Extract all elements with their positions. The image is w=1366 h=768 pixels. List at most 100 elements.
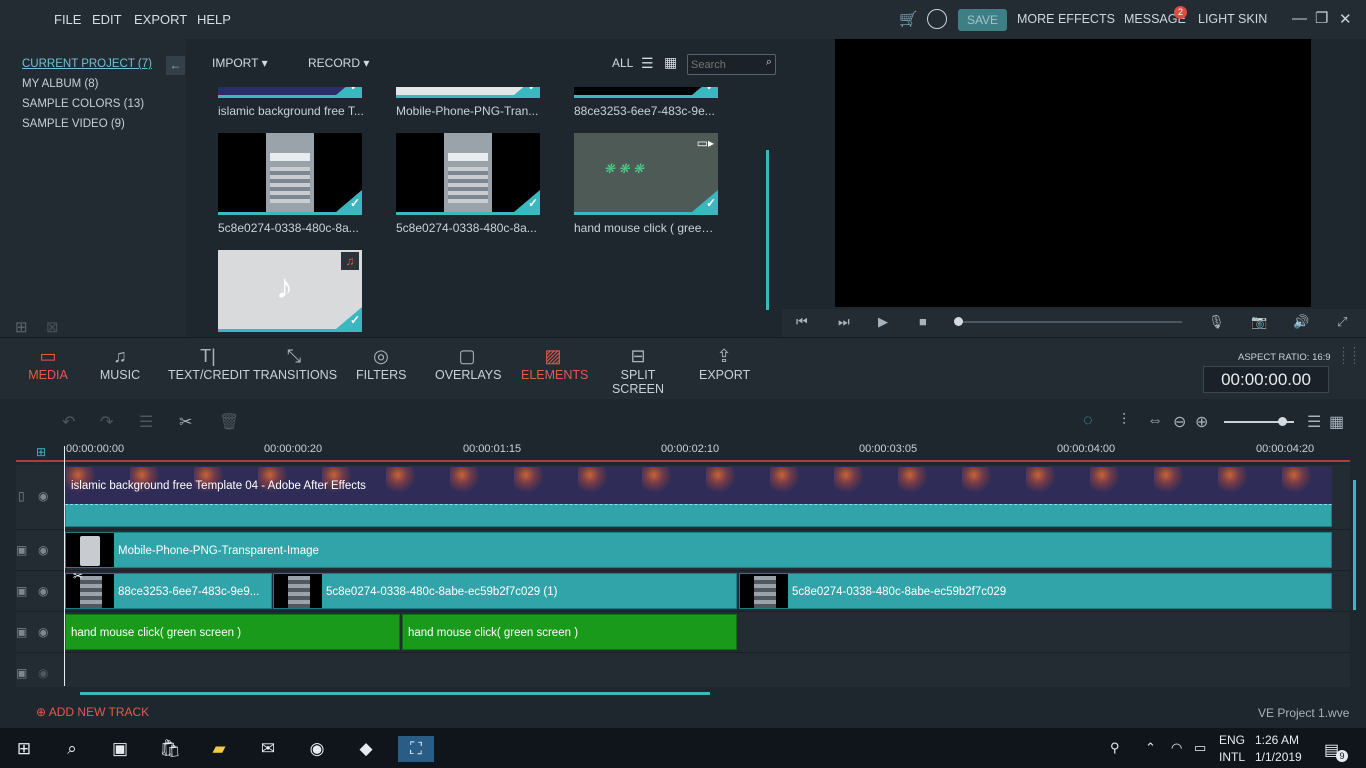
mail-icon[interactable]: ✉	[250, 736, 286, 762]
redo-icon[interactable]: ↷	[100, 412, 113, 432]
timeline-clip-background-audio[interactable]	[65, 504, 1332, 527]
keyboard-layout[interactable]: INTL	[1219, 750, 1245, 764]
media-thumb-88ce[interactable]	[574, 87, 718, 98]
eye-icon[interactable]: ◉	[38, 666, 48, 680]
new-folder-icon[interactable]: ⊞	[15, 318, 28, 336]
grid-view-icon[interactable]: ▦	[664, 54, 677, 71]
render-icon[interactable]: ◌	[1083, 412, 1093, 430]
timeline-clip-5c8e-2[interactable]: 5c8e0274-0338-480c-8abe-ec59b2f7c029	[739, 573, 1332, 609]
menu-help[interactable]: HELP	[197, 12, 231, 27]
media-thumb-audio[interactable]: ♪ ♫	[218, 250, 362, 332]
media-thumb-hand-mouse[interactable]: ❋ ❋ ❋ ▭▸	[574, 133, 718, 215]
save-button[interactable]: SAVE	[958, 9, 1007, 31]
zoom-handle[interactable]	[1278, 417, 1287, 426]
zoom-in-icon[interactable]: ⊕	[1195, 412, 1208, 432]
close-icon[interactable]: ✕	[1339, 10, 1352, 28]
timeline-hscrollbar[interactable]	[80, 692, 710, 695]
filmora-taskbar-icon[interactable]: ◆	[348, 736, 384, 762]
media-thumb-phone[interactable]	[396, 87, 540, 98]
chrome-icon[interactable]: ◉	[299, 736, 335, 762]
track-grid-icon[interactable]: ▦	[1329, 412, 1344, 432]
wifi-icon[interactable]: ◠	[1171, 740, 1182, 756]
filter-all[interactable]: ALL	[612, 56, 633, 70]
menu-file[interactable]: FILE	[54, 12, 81, 27]
media-thumb-5c8e-1[interactable]	[218, 133, 362, 215]
people-icon[interactable]: ⚲	[1110, 740, 1120, 756]
tab-text-credit[interactable]: T| TEXT/CREDIT	[168, 344, 250, 382]
tab-elements[interactable]: ▨ ELEMENTS	[521, 344, 588, 382]
search-icon[interactable]: ⌕	[766, 56, 772, 69]
tray-chevron-icon[interactable]: ⌃	[1145, 740, 1156, 756]
seek-handle[interactable]	[954, 317, 963, 326]
timeline-clip-hand-1[interactable]: hand mouse click( green screen )	[65, 614, 400, 650]
fullscreen-icon[interactable]: ⤢	[1337, 314, 1347, 330]
tab-export[interactable]: ⇪ EXPORT	[699, 344, 750, 382]
import-dropdown[interactable]: IMPORT ▾	[212, 56, 268, 70]
timeline-clip-background[interactable]: islamic background free Template 04 - Ad…	[65, 466, 1332, 504]
timeline-clip-hand-2[interactable]: hand mouse click( green screen )	[402, 614, 737, 650]
eye-icon[interactable]: ◉	[38, 584, 48, 598]
media-thumb-islamic[interactable]	[218, 87, 362, 98]
clock-date[interactable]: 1/1/2019	[1255, 750, 1302, 764]
search-icon[interactable]: ⌕	[54, 736, 90, 762]
store-icon[interactable]: 🛍	[152, 736, 188, 762]
eye-icon[interactable]: ◉	[38, 489, 48, 503]
media-scrollbar[interactable]	[766, 150, 769, 310]
tab-split-screen[interactable]: ⊟ SPLIT SCREEN	[598, 344, 678, 396]
tab-overlays[interactable]: ▢ OVERLAYS	[435, 344, 501, 382]
sidebar-item-my-album[interactable]: MY ALBUM (8)	[22, 78, 98, 90]
zoom-out-icon[interactable]: ⊖	[1173, 412, 1186, 432]
delete-folder-icon[interactable]: ⊠	[46, 318, 59, 336]
screen-capture-icon[interactable]: ⛶	[398, 736, 434, 762]
undo-icon[interactable]: ↶	[62, 412, 75, 432]
snapshot-icon[interactable]: 📷	[1251, 314, 1267, 330]
language-indicator[interactable]: ENG	[1219, 733, 1245, 747]
timeline-clip-88ce[interactable]: 88ce3253-6ee7-483c-9e9...	[65, 573, 272, 609]
clock-time[interactable]: 1:26 AM	[1255, 733, 1299, 747]
battery-icon[interactable]: ▭	[1194, 740, 1206, 756]
menu-edit[interactable]: EDIT	[92, 12, 122, 27]
play-icon[interactable]: ▶	[878, 314, 888, 330]
microphone-icon[interactable]: 🎙	[1208, 314, 1225, 330]
tab-media[interactable]: ▭ MEDIA	[28, 344, 68, 382]
media-thumb-5c8e-2[interactable]	[396, 133, 540, 215]
add-new-track-button[interactable]: ⊕ ADD NEW TRACK	[36, 705, 149, 719]
sidebar-item-sample-video[interactable]: SAMPLE VIDEO (9)	[22, 118, 125, 130]
search-input[interactable]	[691, 57, 759, 72]
next-frame-icon[interactable]: ⏭	[838, 314, 850, 330]
account-icon[interactable]	[927, 9, 947, 29]
track-list-icon[interactable]: ☰	[1307, 412, 1321, 432]
light-skin-button[interactable]: LIGHT SKIN	[1198, 12, 1267, 26]
timeline-clip-5c8e-1[interactable]: 5c8e0274-0338-480c-8abe-ec59b2f7c029 (1)	[273, 573, 737, 609]
snap-icon[interactable]: ⊞	[36, 445, 46, 459]
windows-start-icon[interactable]: ⊞	[6, 736, 42, 762]
eye-icon[interactable]: ◉	[38, 625, 48, 639]
list-view-icon[interactable]: ☰	[641, 55, 654, 72]
adjust-icon[interactable]: ☰	[139, 412, 153, 432]
cut-icon[interactable]: ✂	[179, 412, 192, 432]
menu-export[interactable]: EXPORT	[134, 12, 187, 27]
more-effects-button[interactable]: MORE EFFECTS	[1017, 12, 1115, 26]
minimize-icon[interactable]: —	[1292, 10, 1307, 27]
sidebar-item-sample-colors[interactable]: SAMPLE COLORS (13)	[22, 98, 144, 110]
volume-icon[interactable]: 🔊	[1293, 314, 1309, 330]
task-view-icon[interactable]: ▣	[102, 736, 138, 762]
maximize-icon[interactable]: ❐	[1315, 9, 1328, 27]
collapse-sidebar-button[interactable]: ←	[166, 56, 185, 75]
tab-transitions[interactable]: ⤡ TRANSITIONS	[253, 344, 337, 382]
tab-music[interactable]: ♫ MUSIC	[98, 344, 142, 382]
eye-icon[interactable]: ◉	[38, 543, 48, 557]
fit-timeline-icon[interactable]: ⇔	[1147, 412, 1163, 430]
sidebar-item-current-project[interactable]: CURRENT PROJECT (7)	[22, 58, 152, 70]
stop-icon[interactable]: ■	[919, 314, 927, 329]
cart-icon[interactable]: 🛒	[899, 10, 918, 28]
drag-handle-icon[interactable]: ⋮⋮ ⋮⋮	[1338, 347, 1360, 366]
record-dropdown[interactable]: RECORD ▾	[308, 56, 369, 70]
seek-bar[interactable]	[958, 321, 1182, 323]
file-explorer-icon[interactable]: ▰	[201, 736, 237, 762]
playhead[interactable]	[64, 446, 65, 686]
delete-icon[interactable]: 🗑	[219, 412, 239, 432]
tab-filters[interactable]: ◎ FILTERS	[356, 344, 406, 382]
timeline-vscrollbar[interactable]	[1353, 480, 1356, 610]
timeline-clip-phone[interactable]: Mobile-Phone-PNG-Transparent-Image	[65, 532, 1332, 568]
